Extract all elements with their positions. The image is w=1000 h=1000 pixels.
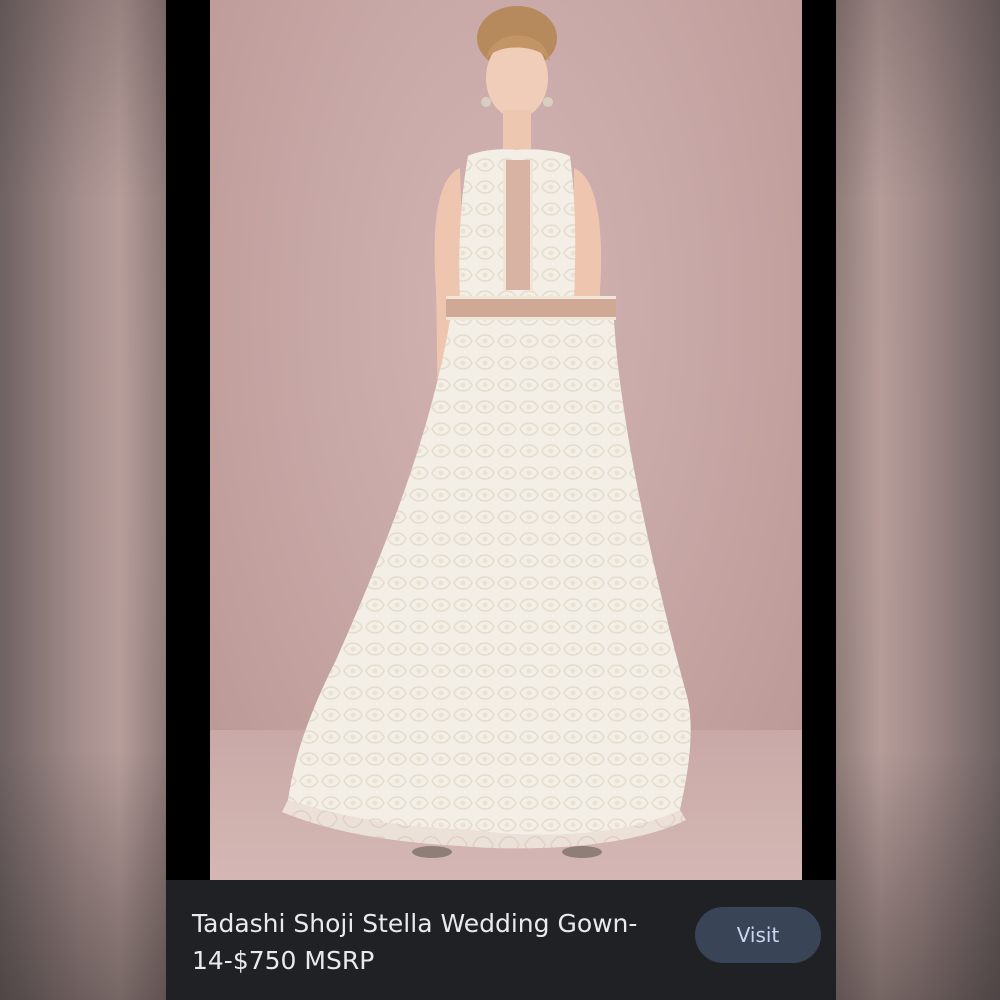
product-title: Tadashi Shoji Stella Wedding Gown-14-$75… xyxy=(192,909,638,975)
visit-button[interactable]: Visit xyxy=(695,907,821,963)
image-viewer-panel: Tadashi Shoji Stella Wedding Gown-14-$75… xyxy=(166,0,836,1000)
gown-illustration xyxy=(282,6,691,858)
caption-bar: Tadashi Shoji Stella Wedding Gown-14-$75… xyxy=(166,880,836,1000)
image-viewer-screen: Tadashi Shoji Stella Wedding Gown-14-$75… xyxy=(0,0,1000,1000)
product-photo[interactable] xyxy=(210,0,802,880)
